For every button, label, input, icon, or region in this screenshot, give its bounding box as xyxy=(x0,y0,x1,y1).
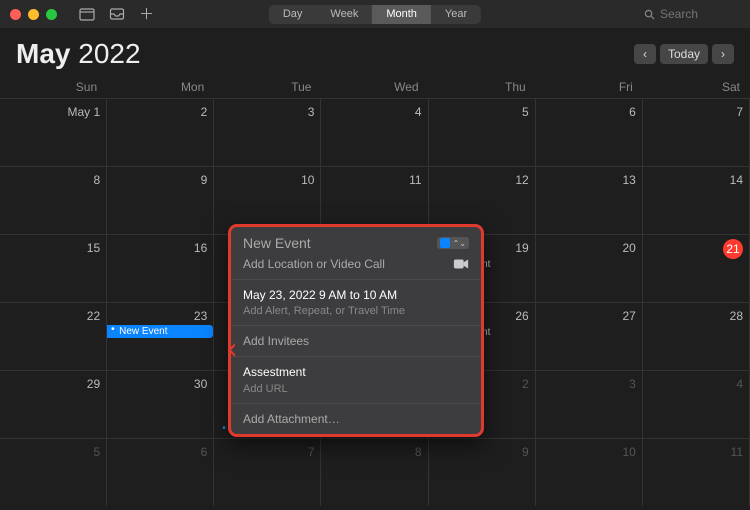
view-tab-year[interactable]: Year xyxy=(431,5,481,24)
day-cell[interactable]: 5 xyxy=(429,98,536,166)
day-header: Sun xyxy=(0,80,107,94)
titlebar: ＋ Day Week Month Year xyxy=(0,0,750,28)
window-controls xyxy=(10,9,57,20)
view-tab-week[interactable]: Week xyxy=(316,5,372,24)
day-cell[interactable]: 4 xyxy=(643,370,750,438)
video-call-icon[interactable] xyxy=(453,258,469,270)
event-alert-input[interactable]: Add Alert, Repeat, or Travel Time xyxy=(243,305,469,317)
day-cell[interactable]: 8 xyxy=(321,438,428,506)
day-cell[interactable]: May 1 xyxy=(0,98,107,166)
event-url-input[interactable]: Add URL xyxy=(243,383,469,395)
day-cell[interactable]: 15 xyxy=(0,234,107,302)
day-cell[interactable]: 27 xyxy=(536,302,643,370)
event-attachment-input[interactable]: Add Attachment… xyxy=(243,412,340,426)
day-cell[interactable]: 7 xyxy=(643,98,750,166)
day-header: Mon xyxy=(107,80,214,94)
event-time-label[interactable]: May 23, 2022 9 AM to 10 AM xyxy=(243,288,469,302)
day-header: Fri xyxy=(536,80,643,94)
calendar-icon[interactable] xyxy=(79,7,95,21)
event-pill[interactable]: New Event xyxy=(107,325,213,338)
day-cell[interactable]: 9 xyxy=(429,438,536,506)
search-field[interactable] xyxy=(644,7,740,21)
search-input[interactable] xyxy=(660,7,740,21)
event-editor-popover: New Event ⌃⌄ Add Location or Video Call … xyxy=(228,224,484,437)
day-cell[interactable]: 11 xyxy=(643,438,750,506)
month-title: May 2022 xyxy=(16,38,141,70)
day-cell[interactable]: 5 xyxy=(0,438,107,506)
day-cell[interactable]: 30 xyxy=(107,370,214,438)
event-location-input[interactable]: Add Location or Video Call xyxy=(243,257,385,271)
calendar-color-swatch-icon xyxy=(440,238,450,248)
chevron-updown-icon: ⌃⌄ xyxy=(453,239,466,248)
day-cell[interactable]: 3 xyxy=(214,98,321,166)
prev-month-button[interactable]: ‹ xyxy=(634,44,656,64)
day-cell[interactable]: 9 xyxy=(107,166,214,234)
day-cell[interactable]: 6 xyxy=(107,438,214,506)
calendar-header: May 2022 ‹ Today › xyxy=(0,28,750,76)
day-cell[interactable]: 20 xyxy=(536,234,643,302)
event-indicator-icon: • xyxy=(222,423,226,434)
day-cell[interactable]: 13 xyxy=(536,166,643,234)
day-cell[interactable]: 22 xyxy=(0,302,107,370)
day-cell[interactable]: 14 xyxy=(643,166,750,234)
day-cell[interactable]: 21 xyxy=(643,234,750,302)
view-tab-day[interactable]: Day xyxy=(269,5,317,24)
event-title-input[interactable]: New Event xyxy=(243,235,311,251)
view-switcher: Day Week Month Year xyxy=(269,5,481,24)
day-header: Tue xyxy=(214,80,321,94)
day-cell[interactable]: 3 xyxy=(536,370,643,438)
view-tab-month[interactable]: Month xyxy=(372,5,431,24)
next-month-button[interactable]: › xyxy=(712,44,734,64)
today-button[interactable]: Today xyxy=(660,44,708,64)
day-cell[interactable]: 28 xyxy=(643,302,750,370)
calendar-color-picker[interactable]: ⌃⌄ xyxy=(437,237,469,249)
inbox-icon[interactable] xyxy=(109,7,125,21)
day-cell[interactable]: 6 xyxy=(536,98,643,166)
day-cell[interactable]: 4 xyxy=(321,98,428,166)
day-header: Sat xyxy=(643,80,750,94)
zoom-window-button[interactable] xyxy=(46,9,57,20)
day-cell[interactable]: 7 xyxy=(214,438,321,506)
event-invitees-input[interactable]: Add Invitees xyxy=(243,334,309,348)
day-header: Thu xyxy=(429,80,536,94)
add-event-button[interactable]: ＋ xyxy=(139,7,154,22)
search-icon xyxy=(644,9,655,20)
event-notes-value[interactable]: Assestment xyxy=(243,365,469,379)
day-header: Wed xyxy=(321,80,428,94)
day-headers: Sun Mon Tue Wed Thu Fri Sat xyxy=(0,76,750,98)
day-cell[interactable]: 23 New Event xyxy=(107,302,214,370)
day-cell[interactable]: 8 xyxy=(0,166,107,234)
minimize-window-button[interactable] xyxy=(28,9,39,20)
day-cell[interactable]: 16 xyxy=(107,234,214,302)
day-cell[interactable]: 10 xyxy=(536,438,643,506)
day-cell[interactable]: 29 xyxy=(0,370,107,438)
day-cell[interactable]: 2 xyxy=(107,98,214,166)
close-window-button[interactable] xyxy=(10,9,21,20)
